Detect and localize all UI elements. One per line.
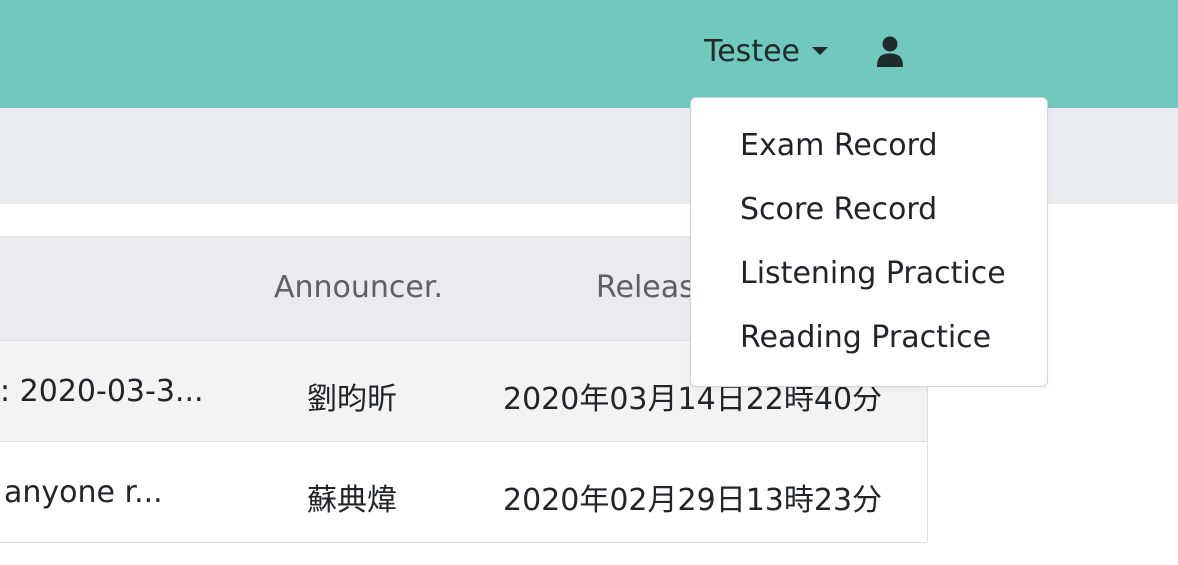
menu-item-listening-practice[interactable]: Listening Practice	[740, 256, 1006, 291]
menu-item-exam-record[interactable]: Exam Record	[740, 128, 938, 163]
cell-announcer: 蘇典煒	[307, 483, 397, 518]
cell-title[interactable]: anyone r...	[4, 475, 163, 510]
cell-title[interactable]: : 2020-03-3...	[0, 374, 204, 409]
caret-down-icon	[812, 47, 828, 55]
user-name-label: Testee	[704, 33, 800, 69]
top-navbar: Testee	[0, 0, 1178, 108]
user-menu-toggle[interactable]: Testee	[704, 30, 828, 72]
cell-release-date: 2020年02月29日13時23分	[503, 483, 883, 518]
user-dropdown-menu: Exam Record Score Record Listening Pract…	[690, 97, 1048, 387]
user-icon[interactable]	[876, 36, 904, 68]
menu-item-reading-practice[interactable]: Reading Practice	[740, 320, 991, 355]
cell-announcer: 劉昀昕	[307, 382, 397, 417]
menu-item-score-record[interactable]: Score Record	[740, 192, 937, 227]
column-header-release: Releas	[596, 270, 695, 305]
column-header-announcer: Announcer.	[274, 270, 443, 305]
